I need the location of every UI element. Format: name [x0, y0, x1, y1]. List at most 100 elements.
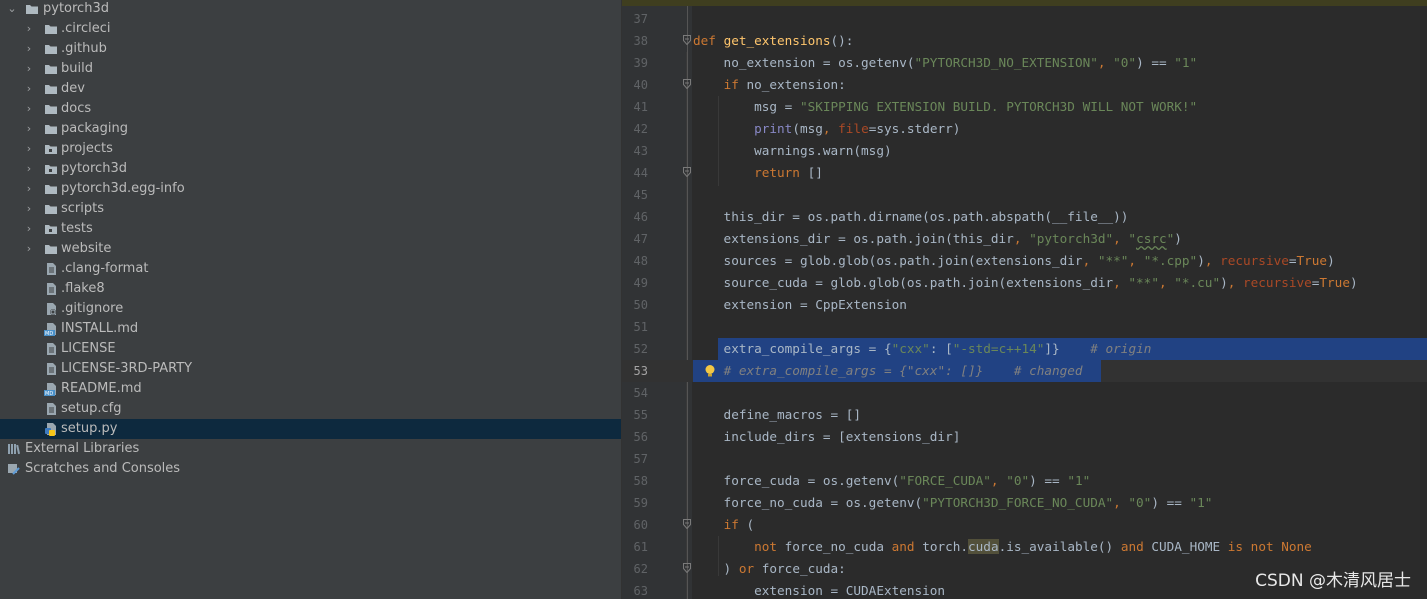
watermark: CSDN @木清风居士 [1255, 571, 1411, 591]
tree-item-label: pytorch3d.egg-info [61, 181, 185, 196]
code-line[interactable]: 51 [622, 316, 1427, 338]
fold-marker-icon[interactable] [683, 563, 691, 573]
tree-item-label: pytorch3d [43, 1, 109, 16]
code-line[interactable]: 49 source_cuda = glob.glob(os.path.join(… [622, 272, 1427, 294]
code-line[interactable]: 59 force_no_cuda = os.getenv("PYTORCH3D_… [622, 492, 1427, 514]
tree-item-label: External Libraries [25, 441, 140, 456]
tree-item-label: setup.cfg [61, 401, 122, 416]
chevron-right-icon[interactable]: › [23, 219, 35, 239]
tree-item-label: scripts [61, 201, 104, 216]
tree-item-label: LICENSE [61, 341, 116, 356]
chevron-right-icon[interactable]: › [23, 59, 35, 79]
tree-item-label: packaging [61, 121, 128, 136]
chevron-right-icon[interactable]: › [23, 179, 35, 199]
code-text: not force_no_cuda and torch.cuda.is_avai… [754, 539, 1312, 554]
line-number: 60 [633, 518, 648, 532]
chevron-right-icon[interactable]: › [23, 119, 35, 139]
tree-root-pytorch3d[interactable]: ⌄ pytorch3d [0, 0, 621, 19]
code-editor[interactable]: 37 38 def get_extensions(): 39 no_extension… [622, 0, 1427, 599]
code-line[interactable]: 57 [622, 448, 1427, 470]
code-text: extensions_dir = os.path.join(this_dir, … [693, 231, 1182, 246]
tree-item-label: Scratches and Consoles [25, 461, 181, 476]
line-number: 62 [633, 562, 648, 576]
tree-item-setup-py[interactable]: setup.py [0, 419, 621, 439]
code-line[interactable]: 53 # extra_compile_args = {"cxx": []} # … [622, 360, 1427, 382]
code-line[interactable]: 43 warnings.warn(msg) [622, 140, 1427, 162]
tree-item-tests[interactable]: › tests [0, 219, 621, 239]
code-line[interactable]: 61 not force_no_cuda and torch.cuda.is_a… [622, 536, 1427, 558]
code-line[interactable]: 42 print(msg, file=sys.stderr) [622, 118, 1427, 140]
tree-item-setup-cfg[interactable]: setup.cfg [0, 399, 621, 419]
code-line[interactable]: 41 msg = "SKIPPING EXTENSION BUILD. PYTO… [622, 96, 1427, 118]
code-line[interactable]: 38 def get_extensions(): [622, 30, 1427, 52]
code-line[interactable]: 52 extra_compile_args = {"cxx": ["-std=c… [622, 338, 1427, 360]
tree-item-docs[interactable]: › docs [0, 99, 621, 119]
code-line[interactable]: 55 define_macros = [] [622, 404, 1427, 426]
chevron-right-icon[interactable]: › [23, 159, 35, 179]
line-number: 49 [633, 276, 648, 290]
chevron-right-icon[interactable]: › [23, 199, 35, 219]
tree-item-packaging[interactable]: › packaging [0, 119, 621, 139]
tree-item-flake8[interactable]: .flake8 [0, 279, 621, 299]
tree-item-readme-md[interactable]: MD README.md [0, 379, 621, 399]
svg-text:MD: MD [45, 391, 53, 396]
tree-item-website[interactable]: › website [0, 239, 621, 259]
code-line[interactable]: 56 include_dirs = [extensions_dir] [622, 426, 1427, 448]
chevron-right-icon[interactable]: › [23, 239, 35, 259]
line-number: 44 [633, 166, 648, 180]
code-text: if ( [723, 517, 755, 532]
chevron-right-icon[interactable]: › [23, 79, 35, 99]
code-line[interactable]: 45 [622, 184, 1427, 206]
fold-marker-icon[interactable] [683, 79, 691, 89]
chevron-right-icon[interactable]: › [23, 19, 35, 39]
chevron-right-icon[interactable]: › [23, 39, 35, 59]
code-line[interactable]: 54 [622, 382, 1427, 404]
code-line[interactable]: 40 if no_extension: [622, 74, 1427, 96]
chevron-right-icon[interactable]: › [23, 99, 35, 119]
code-text: force_no_cuda = os.getenv("PYTORCH3D_FOR… [693, 495, 1213, 510]
tree-item-label: setup.py [61, 421, 118, 436]
line-number: 39 [633, 56, 648, 70]
code-text: extra_compile_args = {"cxx": ["-std=c++1… [693, 341, 1152, 356]
code-line[interactable]: 39 no_extension = os.getenv("PYTORCH3D_N… [622, 52, 1427, 74]
code-line[interactable]: 47 extensions_dir = os.path.join(this_di… [622, 228, 1427, 250]
code-line[interactable]: 46 this_dir = os.path.dirname(os.path.ab… [622, 206, 1427, 228]
line-number: 46 [633, 210, 648, 224]
fold-marker-icon[interactable] [683, 519, 691, 529]
code-line[interactable]: 58 force_cuda = os.getenv("FORCE_CUDA", … [622, 470, 1427, 492]
code-line[interactable]: 60 if ( [622, 514, 1427, 536]
tree-item-circleci[interactable]: › .circleci [0, 19, 621, 39]
tree-item-github[interactable]: › .github [0, 39, 621, 59]
tree-item-build[interactable]: › build [0, 59, 621, 79]
tree-item-projects[interactable]: › projects [0, 139, 621, 159]
code-line[interactable]: 44 return [] [622, 162, 1427, 184]
chevron-down-icon[interactable]: ⌄ [6, 0, 18, 19]
tree-item-clang-format[interactable]: .clang-format [0, 259, 621, 279]
tree-scratches-consoles[interactable]: Scratches and Consoles [0, 459, 621, 479]
tree-item-license[interactable]: LICENSE [0, 339, 621, 359]
line-number: 42 [633, 122, 648, 136]
line-number: 56 [633, 430, 648, 444]
tree-external-libraries[interactable]: External Libraries [0, 439, 621, 459]
tree-item-install-md[interactable]: MD INSTALL.md [0, 319, 621, 339]
line-number: 50 [633, 298, 648, 312]
line-number: 41 [633, 100, 648, 114]
tree-item-pytorch3d[interactable]: › pytorch3d [0, 159, 621, 179]
tree-item-label: projects [61, 141, 113, 156]
tree-item-label: tests [61, 221, 93, 236]
fold-marker-icon[interactable] [683, 167, 691, 177]
tree-item-pytorch3d-egg-info[interactable]: › pytorch3d.egg-info [0, 179, 621, 199]
line-number: 38 [633, 34, 648, 48]
tree-item-gitignore[interactable]: .gitignore [0, 299, 621, 319]
tree-item-label: .github [61, 41, 107, 56]
line-number: 52 [633, 342, 648, 356]
tree-item-label: dev [61, 81, 85, 96]
tree-item-scripts[interactable]: › scripts [0, 199, 621, 219]
fold-marker-icon[interactable] [683, 35, 691, 45]
code-line[interactable]: 48 sources = glob.glob(os.path.join(exte… [622, 250, 1427, 272]
code-line[interactable]: 50 extension = CppExtension [622, 294, 1427, 316]
chevron-right-icon[interactable]: › [23, 139, 35, 159]
code-line[interactable]: 37 [622, 8, 1427, 30]
tree-item-license-3rd-party[interactable]: LICENSE-3RD-PARTY [0, 359, 621, 379]
tree-item-dev[interactable]: › dev [0, 79, 621, 99]
